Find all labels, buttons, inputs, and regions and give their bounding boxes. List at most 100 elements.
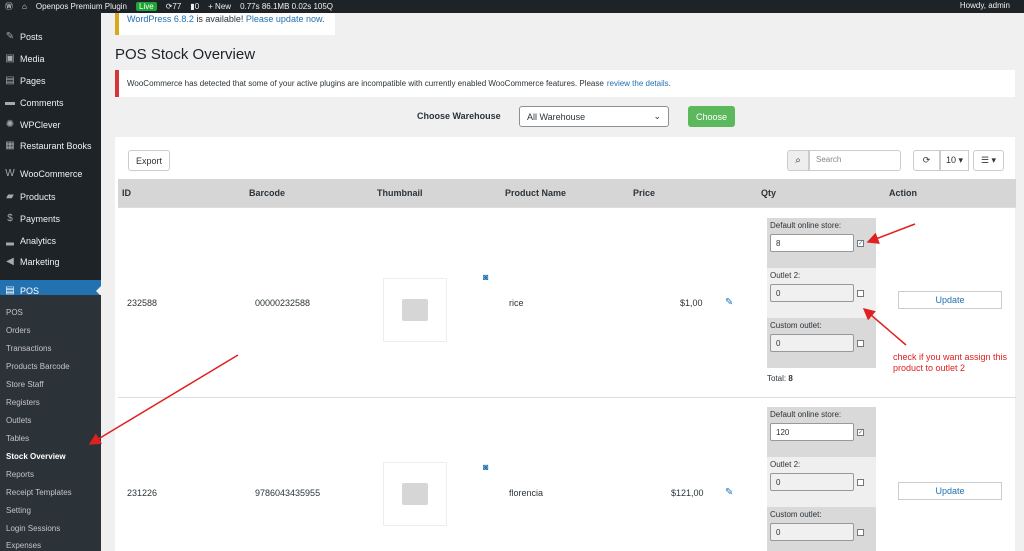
- qty-total-value: 8: [788, 374, 793, 383]
- assign-checkbox-custom-outlet[interactable]: [857, 528, 864, 536]
- products-icon: ▰: [6, 191, 14, 202]
- comments-icon: ▬: [5, 97, 15, 108]
- new-menu[interactable]: + New: [208, 2, 231, 11]
- submenu-expenses[interactable]: Expenses: [6, 541, 41, 550]
- sidebar-item-restaurant-books[interactable]: ▦ Restaurant Books: [0, 135, 101, 156]
- qty-input-outlet-2[interactable]: 0: [770, 284, 854, 302]
- choose-warehouse-label: Choose Warehouse: [417, 111, 501, 121]
- site-name[interactable]: Openpos Premium Plugin: [36, 2, 127, 11]
- page-size-select[interactable]: 10 ▾: [940, 150, 969, 171]
- qty-total-label: Total:: [767, 374, 787, 383]
- incompatibility-notice-end: .: [668, 79, 671, 88]
- qty-input-default[interactable]: 120: [770, 423, 854, 441]
- howdy-user[interactable]: Howdy, admin: [960, 1, 1010, 10]
- header-product-name[interactable]: Product Name: [505, 188, 566, 198]
- header-thumbnail[interactable]: Thumbnail: [377, 188, 423, 198]
- submenu-tables[interactable]: Tables: [6, 434, 29, 443]
- comments-link[interactable]: ▮ 0: [190, 2, 199, 11]
- submenu-pos[interactable]: POS: [6, 308, 23, 317]
- sidebar-item-pages[interactable]: ▤ Pages: [0, 70, 101, 91]
- pages-icon: ▤: [5, 75, 15, 86]
- refresh-icon[interactable]: ⟳: [913, 150, 940, 171]
- assign-checkbox-outlet-2[interactable]: [857, 289, 864, 297]
- submenu-reports[interactable]: Reports: [6, 470, 34, 479]
- submenu-outlets[interactable]: Outlets: [6, 416, 31, 425]
- camera-icon[interactable]: ◙: [483, 462, 488, 472]
- sidebar-item-posts[interactable]: ✎ Posts: [0, 26, 101, 47]
- sidebar-item-wpclever[interactable]: ✺ WPClever: [0, 114, 101, 135]
- edit-price-pencil-icon[interactable]: ✎: [725, 487, 733, 498]
- marketing-icon: ◀: [6, 256, 14, 267]
- woo-icon: W: [5, 168, 15, 179]
- wordpress-logo-icon[interactable]: Ⓦ: [5, 1, 13, 12]
- sidebar-item-woocommerce[interactable]: W WooCommerce: [0, 163, 101, 184]
- header-action[interactable]: Action: [889, 188, 917, 198]
- qty-section-outlet-2: Outlet 2: 0: [767, 457, 876, 507]
- qty-input-outlet-2[interactable]: 0: [770, 473, 854, 491]
- choose-button[interactable]: Choose: [688, 106, 735, 127]
- comments-count: 0: [194, 2, 200, 11]
- edit-price-pencil-icon[interactable]: ✎: [725, 297, 733, 308]
- image-placeholder-icon: [402, 483, 428, 505]
- updates-link[interactable]: ⟳ 77: [166, 2, 182, 11]
- submenu-login-sessions[interactable]: Login Sessions: [6, 524, 60, 533]
- row-id: 231226: [127, 488, 158, 498]
- assign-checkbox-default[interactable]: ✓: [857, 239, 864, 247]
- submenu-transactions[interactable]: Transactions: [6, 344, 52, 353]
- warehouse-selected-value: All Warehouse: [527, 111, 586, 122]
- sidebar-item-payments[interactable]: $ Payments: [0, 208, 101, 229]
- wordpress-version-link[interactable]: WordPress 6.8.2: [127, 14, 194, 24]
- product-thumbnail[interactable]: [383, 462, 447, 526]
- update-button[interactable]: Update: [898, 482, 1002, 500]
- update-now-link[interactable]: Please update now: [246, 14, 322, 24]
- columns-toggle-button[interactable]: ☰ ▾: [973, 150, 1004, 171]
- query-monitor[interactable]: 0.77s 86.1MB 0.02s 105Q: [240, 2, 333, 11]
- warehouse-select[interactable]: All Warehouse ⌄: [519, 106, 669, 127]
- qty-input-custom-outlet[interactable]: 0: [770, 334, 854, 352]
- qty-input-default[interactable]: 8: [770, 234, 854, 252]
- row-product-name: florencia: [509, 488, 544, 498]
- export-button[interactable]: Export: [128, 150, 170, 171]
- sidebar-item-media[interactable]: ▣ Media: [0, 48, 101, 69]
- submenu-stock-overview[interactable]: Stock Overview: [6, 452, 66, 461]
- search-icon[interactable]: ⌕: [787, 150, 809, 171]
- sidebar-item-comments[interactable]: ▬ Comments: [0, 92, 101, 113]
- review-details-link[interactable]: review the details: [607, 79, 669, 88]
- submenu-registers[interactable]: Registers: [6, 398, 40, 407]
- header-barcode[interactable]: Barcode: [249, 188, 285, 198]
- row-price: $121,00: [671, 488, 704, 498]
- sidebar-item-analytics[interactable]: ▂ Analytics: [0, 230, 101, 251]
- camera-icon[interactable]: ◙: [483, 272, 488, 282]
- submenu-products-barcode[interactable]: Products Barcode: [6, 362, 70, 371]
- assign-checkbox-custom-outlet[interactable]: [857, 339, 864, 347]
- chevron-down-icon: ⌄: [653, 111, 661, 121]
- qty-total: Total: 8: [767, 374, 793, 383]
- table-row: 231226 9786043435955 ◙ florencia $121,00…: [118, 397, 1016, 551]
- update-button[interactable]: Update: [898, 291, 1002, 309]
- submenu-setting[interactable]: Setting: [6, 506, 31, 515]
- header-price[interactable]: Price: [633, 188, 655, 198]
- table-header: ID Barcode Thumbnail Product Name Price …: [118, 179, 1016, 207]
- home-icon[interactable]: ⌂: [22, 2, 27, 11]
- sidebar-item-label: POS: [20, 285, 40, 296]
- sidebar-item-products[interactable]: ▰ Products: [0, 186, 101, 207]
- qty-input-custom-outlet[interactable]: 0: [770, 523, 854, 541]
- incompatibility-notice-text: WooCommerce has detected that some of yo…: [127, 79, 604, 88]
- assign-checkbox-default[interactable]: ✓: [857, 428, 864, 436]
- image-placeholder-icon: [402, 299, 428, 321]
- update-notice: WordPress 6.8.2 is available! Please upd…: [115, 13, 335, 35]
- submenu-receipt-templates[interactable]: Receipt Templates: [6, 488, 72, 497]
- sidebar-item-marketing[interactable]: ◀ Marketing: [0, 251, 101, 272]
- annotation-text: check if you want assign this product to…: [893, 352, 1008, 373]
- assign-checkbox-outlet-2[interactable]: [857, 478, 864, 486]
- live-badge: Live: [136, 2, 157, 11]
- submenu-orders[interactable]: Orders: [6, 326, 30, 335]
- search-input[interactable]: Search: [809, 150, 901, 171]
- product-thumbnail[interactable]: [383, 278, 447, 342]
- qty-box: Default online store: 8 ✓ Outlet 2: 0 Cus…: [767, 218, 876, 368]
- calendar-icon: ▦: [5, 140, 15, 151]
- submenu-store-staff[interactable]: Store Staff: [6, 380, 44, 389]
- update-notice-text: is available!: [193, 14, 246, 24]
- header-qty[interactable]: Qty: [761, 188, 776, 198]
- header-id[interactable]: ID: [122, 188, 131, 198]
